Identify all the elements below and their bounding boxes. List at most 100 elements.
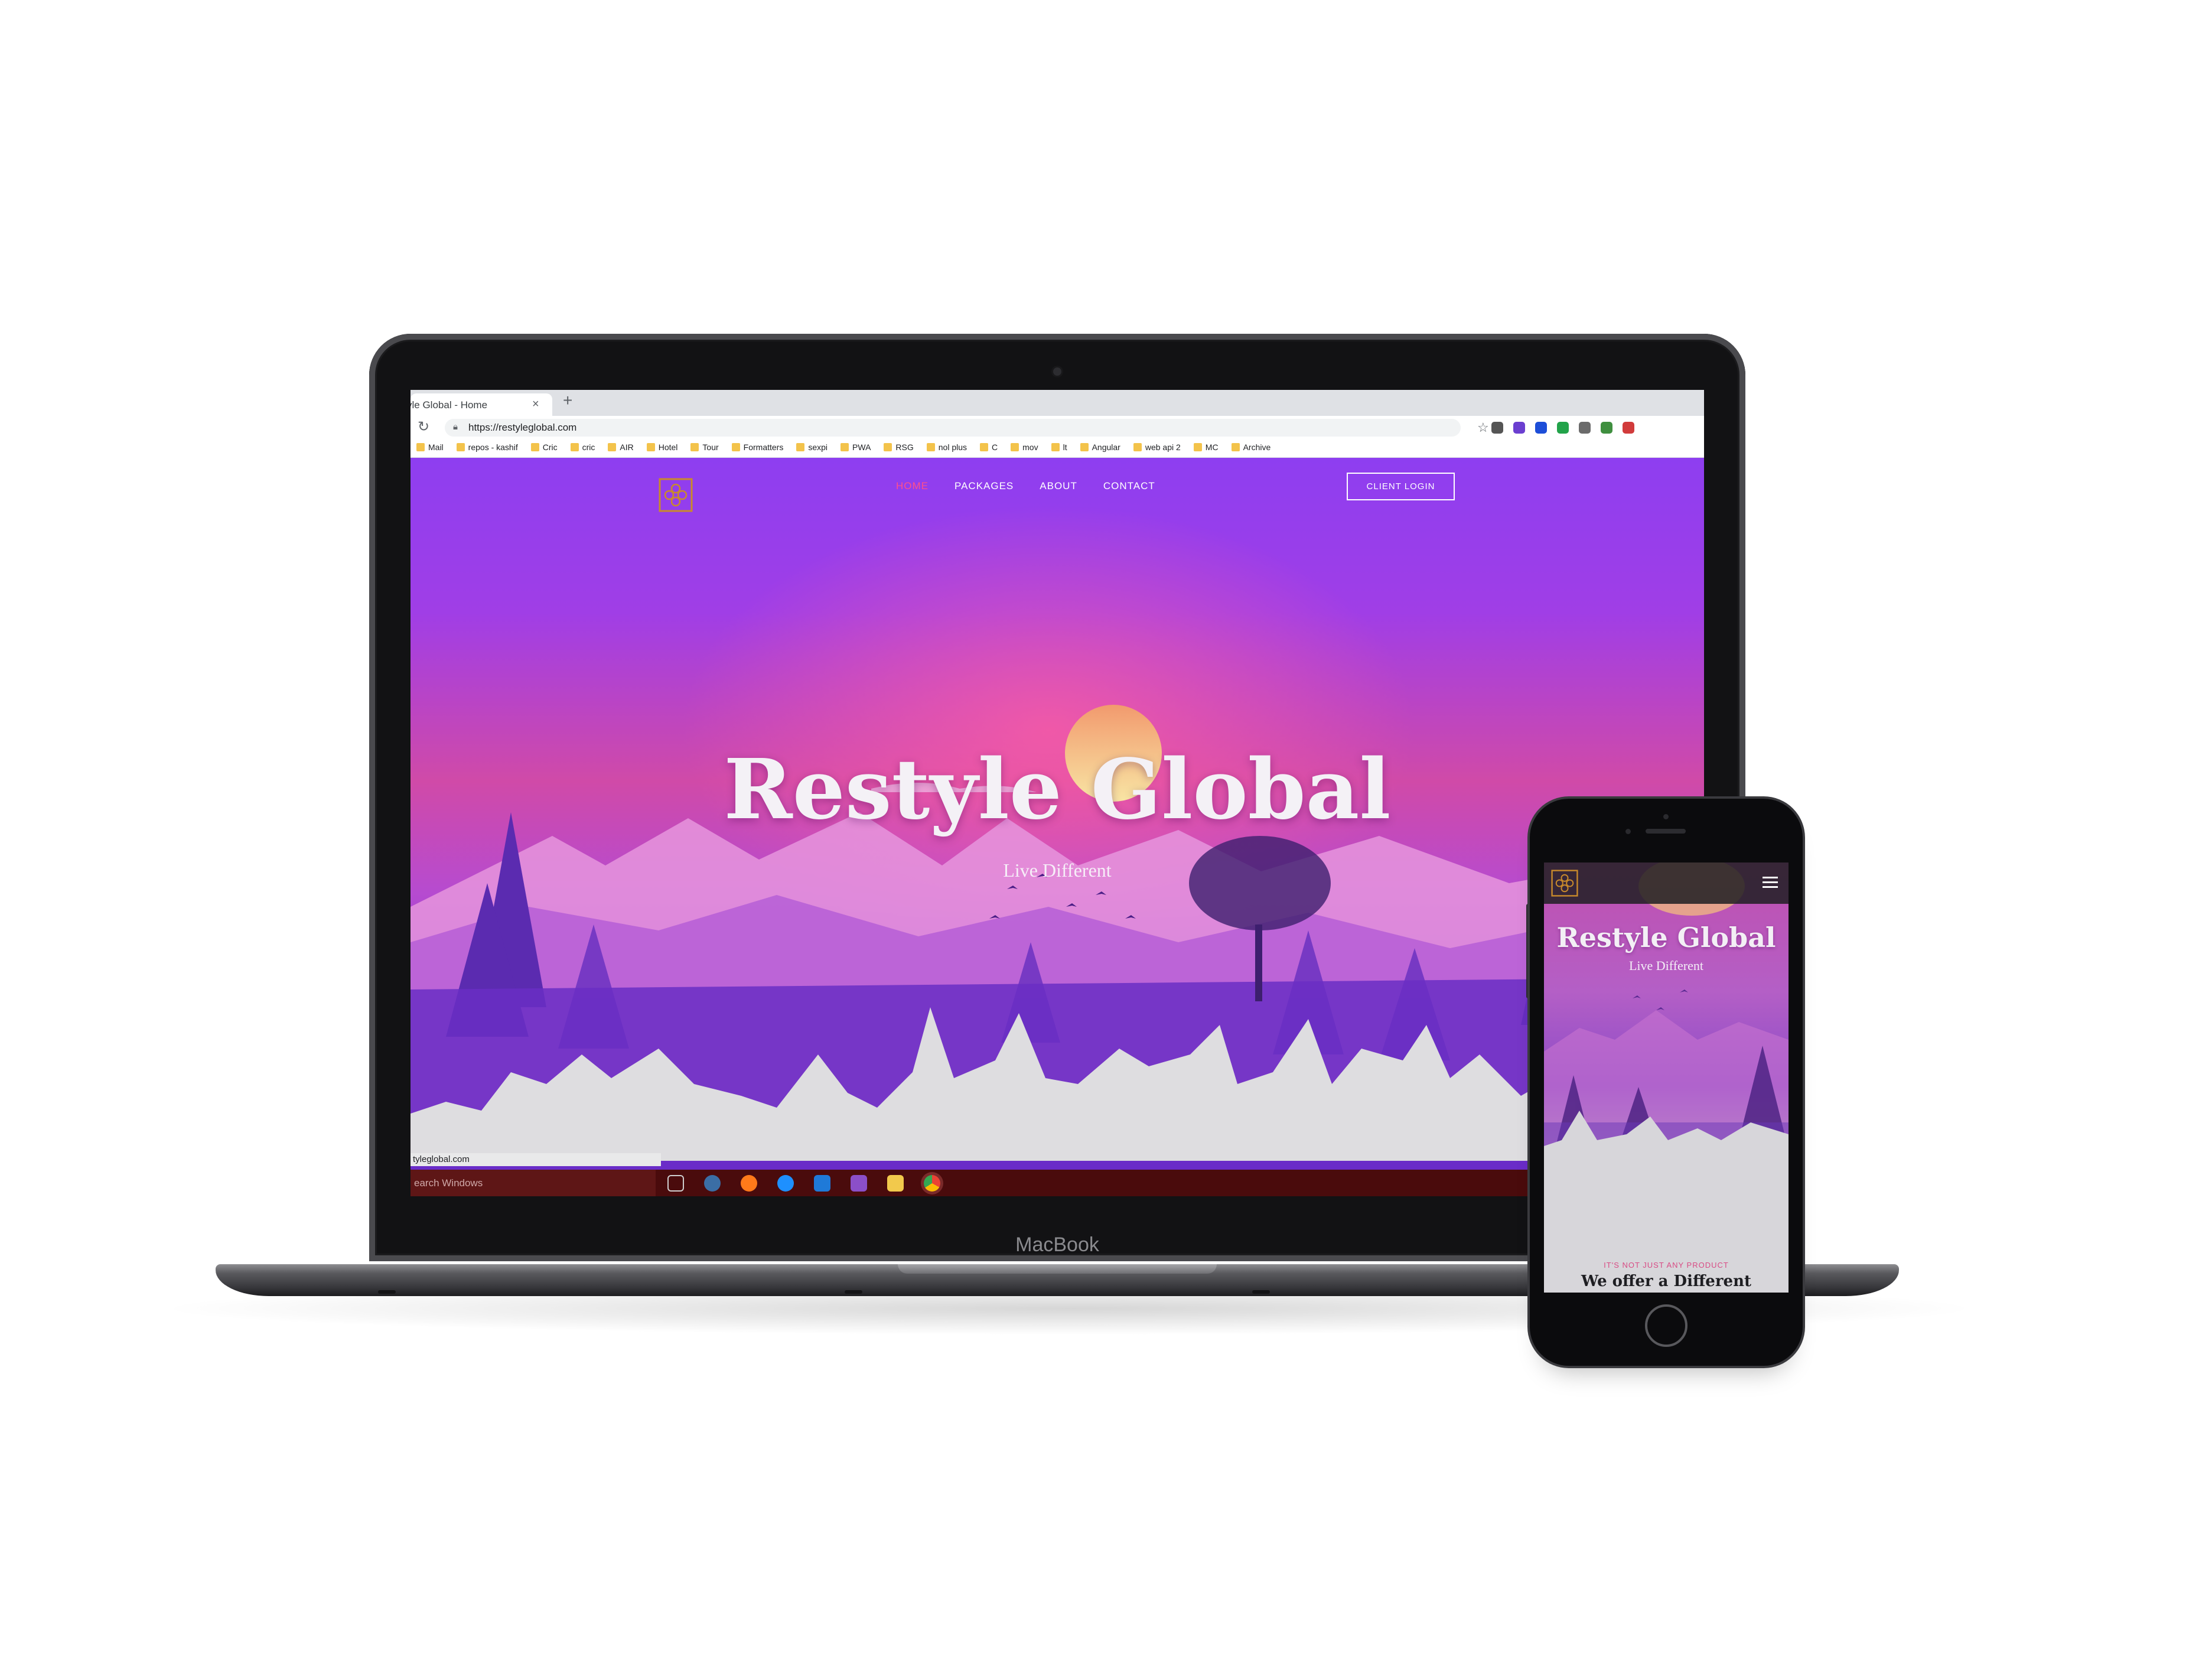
new-tab-icon[interactable]: + (563, 391, 572, 410)
extension-icon[interactable] (1579, 422, 1591, 434)
folder-icon (796, 443, 805, 451)
bookmark-item[interactable]: web api 2 (1133, 442, 1181, 452)
folder-icon (1193, 443, 1202, 451)
reload-icon[interactable]: ↻ (418, 418, 429, 435)
bookmark-label: AIR (620, 442, 634, 452)
laptop-foot (1252, 1290, 1270, 1294)
firefox-icon[interactable] (741, 1175, 757, 1192)
restyle-logo-icon[interactable] (1551, 870, 1578, 897)
folder-icon (416, 443, 425, 451)
folder-icon (731, 443, 740, 451)
bookmark-label: web api 2 (1145, 442, 1181, 452)
phone-screen: Restyle Global Live Different IT'S NOT J… (1544, 862, 1789, 1293)
bookmark-item[interactable]: repos - kashif (456, 442, 518, 452)
bookmark-item[interactable]: Hotel (646, 442, 678, 452)
mobile-section-heading: We offer a Different (1581, 1272, 1751, 1290)
folder-icon (926, 443, 935, 451)
bookmark-label: RSG (895, 442, 914, 452)
bookmark-label: Cric (542, 442, 558, 452)
extension-icon[interactable] (1601, 422, 1612, 434)
folder-icon (841, 443, 849, 451)
laptop-notch (898, 1264, 1217, 1274)
windows-taskbar: earch Windows (411, 1170, 1704, 1196)
folder-icon (646, 443, 655, 451)
bookmark-label: Formatters (743, 442, 784, 452)
mobile-section-overline: IT'S NOT JUST ANY PRODUCT (1604, 1261, 1729, 1270)
vscode-icon[interactable] (814, 1175, 830, 1192)
extension-icon[interactable] (1557, 422, 1569, 434)
address-bar[interactable]: 🔒︎ https://restyleglobal.com ☆ (445, 419, 1489, 437)
folder-icon (690, 443, 699, 451)
bookmark-item[interactable]: Cric (530, 442, 558, 452)
nav-link-about[interactable]: ABOUT (1040, 480, 1077, 492)
bookmark-item[interactable]: cric (570, 442, 595, 452)
taskbar-apps (667, 1175, 940, 1192)
phone-speaker (1646, 829, 1686, 834)
file-explorer-icon[interactable] (887, 1175, 904, 1192)
bookmark-label: sexpi (808, 442, 828, 452)
client-login-button[interactable]: CLIENT LOGIN (1347, 473, 1455, 500)
browser-tab[interactable]: yle Global - Home × (411, 393, 552, 416)
bookmarks-bar: Mail repos - kashif Cric cric AIR Hotel Tour Fo… (411, 440, 1704, 458)
bookmark-item[interactable]: C (980, 442, 998, 452)
mobile-hero-subtitle: Live Different (1628, 958, 1704, 973)
browser-tab-strip: yle Global - Home × + (411, 390, 1704, 416)
laptop-screen: yle Global - Home × + ↻ 🔒︎ https://resty… (411, 390, 1704, 1196)
folder-icon (530, 443, 539, 451)
bookmark-label: nol plus (938, 442, 967, 452)
bookmark-item[interactable]: sexpi (796, 442, 828, 452)
folder-icon (1231, 443, 1240, 451)
extension-icon[interactable] (1513, 422, 1525, 434)
url-text: https://restyleglobal.com (468, 422, 577, 433)
site-nav: HOME PACKAGES ABOUT CONTACT (896, 480, 1155, 492)
bookmark-item[interactable]: PWA (841, 442, 871, 452)
bookmark-label: lt (1063, 442, 1067, 452)
visual-studio-icon[interactable] (851, 1175, 867, 1192)
bookmark-item[interactable]: AIR (608, 442, 634, 452)
extension-icon[interactable] (1535, 422, 1547, 434)
bookmark-item[interactable]: mov (1011, 442, 1038, 452)
bookmark-label: cric (582, 442, 595, 452)
hamburger-menu-icon[interactable] (1763, 877, 1778, 888)
bookmark-label: Archive (1243, 442, 1271, 452)
lock-icon: 🔒︎ (453, 422, 458, 432)
nav-link-contact[interactable]: CONTACT (1103, 480, 1155, 492)
nav-link-packages[interactable]: PACKAGES (954, 480, 1014, 492)
folder-icon (884, 443, 892, 451)
bookmark-item[interactable]: Archive (1231, 442, 1271, 452)
nav-link-home[interactable]: HOME (896, 480, 929, 492)
extension-icon[interactable] (1491, 422, 1503, 434)
bookmark-label: Hotel (658, 442, 678, 452)
bookmark-item[interactable]: nol plus (926, 442, 967, 452)
bookmark-label: Mail (428, 442, 444, 452)
folder-icon (456, 443, 465, 451)
hero-title: Restyle Global (724, 741, 1391, 838)
chrome-icon[interactable] (924, 1175, 940, 1192)
phone-home-button[interactable] (1645, 1304, 1687, 1347)
folder-icon (1133, 443, 1142, 451)
bookmark-item[interactable]: MC (1193, 442, 1219, 452)
mobile-hero-title: Restyle Global (1556, 922, 1776, 953)
bookmark-item[interactable]: RSG (884, 442, 914, 452)
bookmark-label: PWA (852, 442, 871, 452)
star-icon[interactable]: ☆ (1477, 420, 1489, 435)
close-icon[interactable]: × (532, 398, 539, 411)
bookmark-item[interactable]: Mail (416, 442, 444, 452)
bookmark-item[interactable]: Tour (690, 442, 719, 452)
laptop-foot (845, 1290, 862, 1294)
edge-icon[interactable] (777, 1175, 794, 1192)
bookmark-label: mov (1022, 442, 1038, 452)
bookmark-item[interactable]: lt (1051, 442, 1067, 452)
restyle-logo-icon[interactable] (659, 478, 693, 512)
bookmark-item[interactable]: Formatters (731, 442, 784, 452)
bookmark-item[interactable]: Angular (1080, 442, 1120, 452)
task-view-icon[interactable] (667, 1175, 684, 1192)
folder-icon (608, 443, 617, 451)
network-icon[interactable] (704, 1175, 721, 1192)
extension-icon[interactable] (1623, 422, 1634, 434)
folder-icon (1080, 443, 1089, 451)
laptop-foot (378, 1290, 396, 1294)
bookmark-label: Angular (1092, 442, 1120, 452)
bookmark-label: repos - kashif (468, 442, 518, 452)
taskbar-search-input[interactable]: earch Windows (411, 1170, 656, 1196)
